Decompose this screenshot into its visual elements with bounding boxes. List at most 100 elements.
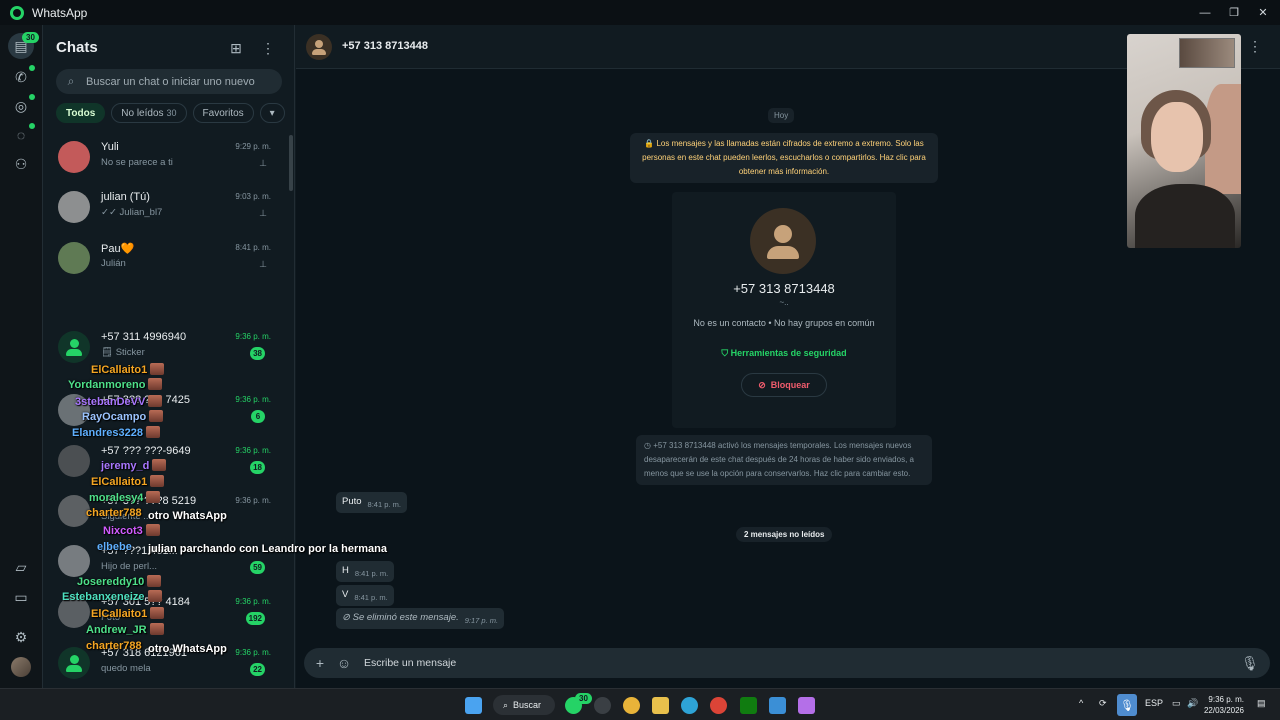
close-button[interactable]: ✕ — [1246, 0, 1280, 25]
message-bubble[interactable]: Puto 8:41 p. m. — [336, 492, 407, 513]
menu-icon[interactable]: ⋮ — [259, 39, 277, 57]
chat-list-scrollbar[interactable] — [289, 135, 293, 191]
contact-avatar[interactable] — [306, 34, 332, 60]
filter-more[interactable]: ▾ — [259, 103, 285, 123]
filter-all[interactable]: Todos — [56, 103, 106, 123]
chat-preview: No se parece a ti — [101, 157, 173, 168]
stream-chat-line: Josereddy10 — [77, 575, 162, 588]
stream-chat-username: elbebe — [97, 541, 132, 553]
stream-chat-username: 3stebanDeVV — [75, 396, 146, 408]
block-label: Bloquear — [770, 380, 810, 390]
message-text: Puto — [342, 496, 362, 507]
chat-avatar — [58, 445, 90, 477]
windows-start-icon[interactable] — [465, 697, 482, 714]
channels-dot — [29, 123, 35, 129]
block-icon: ⊘ — [758, 379, 766, 390]
starred-icon[interactable]: ▭ — [9, 585, 33, 609]
stream-chat-username: charter788 — [86, 507, 142, 519]
notifications-icon[interactable]: ▤ — [1257, 698, 1266, 709]
stream-chat-line: charter788 — [86, 640, 142, 652]
ephemeral-notice[interactable]: ◷ +57 313 8713448 activó los mensajes te… — [636, 435, 932, 485]
filter-favorites-label: Favoritos — [202, 107, 244, 119]
chat-name: Pau🧡 — [101, 243, 135, 255]
message-input[interactable] — [364, 657, 1238, 669]
stream-chat-username: RayOcampo — [82, 411, 147, 423]
media-icon[interactable]: ▱ — [9, 555, 33, 579]
stream-chat-line: Elandres3228 — [72, 426, 160, 439]
emote-icon — [150, 363, 165, 375]
volume-icon[interactable]: 🔊 — [1187, 698, 1198, 709]
message-bubble[interactable]: V 8:41 p. m. — [336, 585, 394, 606]
contact-name[interactable]: +57 313 8713448 — [342, 40, 428, 52]
tray-microphone-icon[interactable]: 🎙 — [1117, 694, 1137, 716]
taskbar-clock[interactable]: 9:36 p. m. 22/03/2026 — [1202, 694, 1244, 716]
profile-avatar[interactable] — [11, 657, 31, 677]
attach-icon[interactable]: + — [308, 655, 332, 671]
emote-icon — [149, 410, 164, 422]
sticker-icon[interactable]: ☺ — [332, 655, 356, 671]
message-time: 9:17 p. m. — [464, 616, 499, 625]
ephemeral-notice-text: +57 313 8713448 activó los mensajes temp… — [644, 441, 914, 478]
language-indicator[interactable]: ESP — [1145, 698, 1163, 708]
settings-icon[interactable]: ⚙ — [9, 625, 33, 649]
xbox-icon[interactable] — [740, 697, 757, 714]
communities-icon[interactable]: ⚇ — [9, 152, 33, 176]
emote-icon — [150, 607, 165, 619]
calls-dot — [29, 65, 35, 71]
stream-chat-username: julian parchando con Leandro por la herm… — [148, 543, 387, 555]
conversation-menu-icon[interactable]: ⋮ — [1248, 38, 1262, 55]
edge-icon[interactable] — [681, 697, 698, 714]
stream-chat-line: otro WhatsApp — [148, 510, 227, 522]
message-composer: + ☺ 🎙 — [304, 648, 1270, 678]
deleted-message-bubble[interactable]: ⊘ Se eliminó este mensaje. 9:17 p. m. — [336, 608, 505, 629]
microphone-icon[interactable]: 🎙 — [1238, 655, 1262, 672]
stream-chat-username: Andrew_JR — [86, 624, 147, 636]
filter-all-label: Todos — [66, 107, 96, 119]
taskbar: ⌕ Buscar 30 ^ ⟳ 🎙 ESP ▭ 🔊 9:36 p. m. 22/03… — [0, 688, 1280, 720]
stream-chat-line: moralesy4 — [89, 491, 161, 504]
emote-icon — [152, 459, 167, 471]
stream-chat-username: otro WhatsApp — [148, 643, 227, 655]
store-icon[interactable] — [769, 697, 786, 714]
chat-row[interactable]: Yuli No se parece a ti 9:29 p. m. ⊥ — [44, 133, 287, 183]
chat-row[interactable]: julian (Tú) ✓✓ Julian_bl7 9:03 p. m. ⊥ — [44, 183, 287, 233]
block-button[interactable]: ⊘ Bloquear — [741, 373, 827, 397]
message-bubble[interactable]: H 8:41 p. m. — [336, 561, 395, 582]
webcam-person-face — [1151, 102, 1203, 172]
chat-time: 9:03 p. m. — [235, 192, 271, 201]
message-text: H — [342, 565, 349, 576]
stream-chat-username: moralesy4 — [89, 492, 144, 504]
chat-row[interactable]: Pau🧡 Julián 8:41 p. m. ⊥ — [44, 234, 287, 284]
security-tools-link[interactable]: ⛉ Herramientas de seguridad — [672, 348, 896, 359]
filter-unread[interactable]: No leídos 30 — [111, 103, 187, 123]
chrome-taskbar-icon[interactable] — [623, 697, 640, 714]
stream-chat-line: RayOcampo — [82, 410, 164, 423]
new-chat-icon[interactable]: ⊞ — [227, 39, 245, 57]
emote-icon — [150, 475, 165, 487]
taskbar-search[interactable]: ⌕ Buscar — [493, 695, 555, 715]
whatsapp-app: WhatsApp — ❐ ✕ ▤ 30 ✆ ◎ ◌ ⚇ ▱ ▭ ⚙ Chats … — [0, 0, 1280, 720]
chat-preview: Hijo de perl... — [101, 561, 157, 572]
emote-icon — [147, 575, 162, 587]
chrome-icon[interactable] — [710, 697, 727, 714]
search-bar[interactable]: ⌕ — [56, 69, 282, 94]
search-icon: ⌕ — [503, 699, 509, 710]
app-taskbar-icon[interactable] — [594, 697, 611, 714]
encryption-notice[interactable]: 🔒 Los mensajes y las llamadas están cifr… — [630, 133, 938, 183]
search-icon: ⌕ — [67, 74, 75, 88]
message-time: 8:41 p. m. — [367, 500, 401, 509]
tray-chevron-icon[interactable]: ^ — [1079, 698, 1083, 708]
chat-avatar — [58, 331, 90, 363]
file-explorer-icon[interactable] — [652, 697, 669, 714]
copilot-icon[interactable] — [798, 697, 815, 714]
tray-app-icon[interactable]: ⟳ — [1099, 698, 1107, 709]
chat-time: 9:36 p. m. — [235, 446, 271, 455]
network-icon[interactable]: ▭ — [1172, 698, 1181, 709]
message-text: V — [342, 589, 349, 600]
search-input[interactable] — [86, 75, 276, 88]
filter-unread-count: 30 — [166, 108, 177, 118]
chat-row[interactable]: +57 311 4996940 🗒 Sticker 9:36 p. m. 38 — [44, 323, 287, 373]
filter-favorites[interactable]: Favoritos — [192, 103, 254, 123]
contact-card-avatar — [750, 208, 816, 274]
chat-time: 9:36 p. m. — [235, 597, 271, 606]
